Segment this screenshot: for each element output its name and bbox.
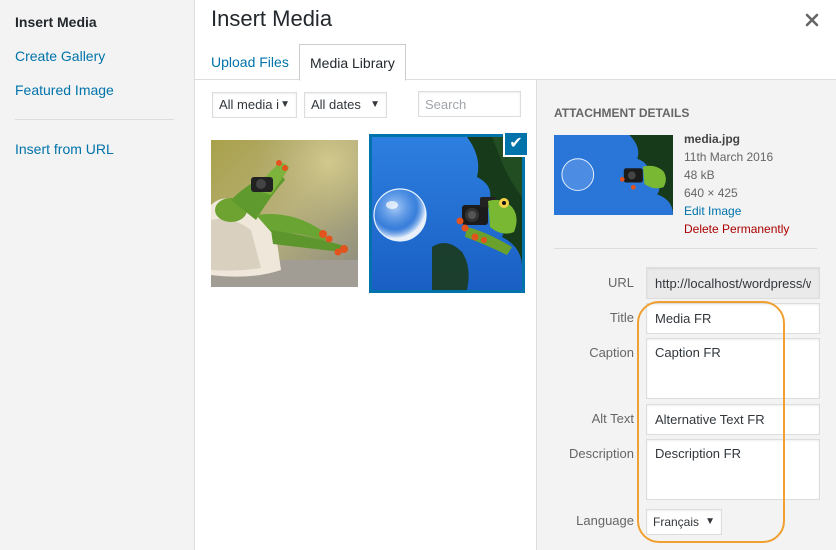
attachment-thumbnail[interactable] — [211, 140, 358, 287]
url-field[interactable] — [646, 267, 820, 299]
edit-image-link[interactable]: Edit Image — [684, 202, 789, 220]
details-separator — [554, 248, 817, 249]
deselect-button[interactable]: ✔ — [503, 131, 529, 157]
title-label: Title — [609, 310, 634, 325]
frog-image — [211, 140, 358, 287]
file-size: 48 kB — [684, 168, 715, 182]
router-tabs: Upload Files Media Library — [195, 44, 836, 81]
language-select-value: Français — [653, 515, 700, 529]
title-field[interactable] — [646, 303, 820, 334]
media-type-filter[interactable]: All media i ▼ — [212, 92, 297, 118]
attachment-details-panel: Attachment Details media.jpg 11th March … — [536, 80, 836, 550]
sidebar-separator — [15, 119, 174, 120]
chevron-down-icon: ▼ — [280, 99, 290, 110]
chevron-down-icon: ▼ — [370, 99, 380, 110]
description-label: Description — [568, 446, 634, 461]
attachment-thumbnail-selected[interactable] — [369, 134, 525, 293]
checkmark-icon: ✔ — [509, 135, 523, 152]
chevron-down-icon: ▼ — [705, 516, 715, 527]
menu-item-insert-media[interactable]: Insert Media — [15, 14, 97, 30]
dimensions: 640 × 425 — [684, 186, 738, 200]
media-type-filter-label: All media i — [219, 97, 279, 112]
frog-camera-image — [372, 137, 522, 290]
close-button[interactable] — [800, 8, 824, 32]
date-filter[interactable]: All dates ▼ — [304, 92, 387, 118]
frog-camera-image — [554, 135, 673, 215]
alt-text-field[interactable] — [646, 404, 820, 435]
search-input[interactable] — [418, 91, 521, 117]
tab-upload-files[interactable]: Upload Files — [201, 44, 299, 80]
details-thumbnail — [554, 135, 673, 215]
caption-field[interactable]: Caption FR — [646, 338, 820, 399]
url-label: URL — [607, 275, 634, 290]
menu-item-create-gallery[interactable]: Create Gallery — [15, 48, 105, 64]
delete-permanently-link[interactable]: Delete Permanently — [684, 220, 789, 238]
menu-item-featured-image[interactable]: Featured Image — [15, 82, 114, 98]
attachment-info: media.jpg 11th March 2016 48 kB 640 × 42… — [684, 130, 789, 238]
menu-item-insert-from-url[interactable]: Insert from URL — [15, 141, 114, 157]
file-name: media.jpg — [684, 132, 741, 146]
media-sidebar: Insert Media Create Gallery Featured Ima… — [0, 0, 195, 550]
language-select[interactable]: Français ▼ — [646, 509, 722, 535]
description-field[interactable]: Description FR — [646, 439, 820, 500]
alt-text-label: Alt Text — [591, 411, 634, 426]
caption-label: Caption — [589, 345, 634, 360]
page-title: Insert Media — [211, 6, 333, 31]
details-heading: Attachment Details — [554, 106, 690, 120]
language-label: Language — [576, 513, 634, 528]
tab-media-library[interactable]: Media Library — [299, 44, 406, 81]
close-icon — [805, 13, 819, 27]
date-filter-label: All dates — [311, 97, 361, 112]
upload-date: 11th March 2016 — [684, 150, 774, 164]
